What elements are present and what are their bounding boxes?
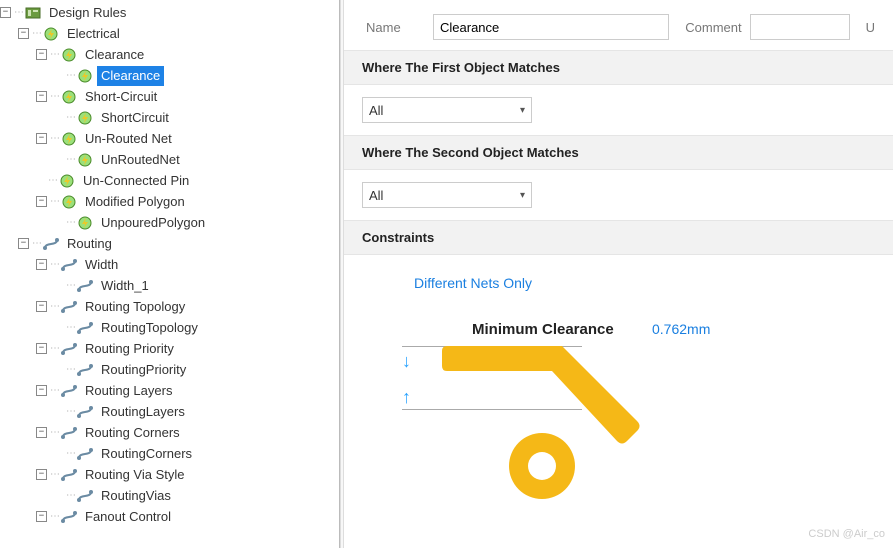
second-match-combo[interactable]: All ▾ (362, 182, 532, 208)
electrical-icon (59, 173, 75, 189)
collapse-icon[interactable]: − (0, 7, 11, 18)
comment-label: Comment (685, 20, 741, 35)
tree-corners-rule[interactable]: ⋯RoutingCorners (0, 443, 339, 464)
tree-layers-rule[interactable]: ⋯RoutingLayers (0, 401, 339, 422)
watermark: CSDN @Air_co (808, 528, 885, 540)
routing-icon (77, 404, 93, 420)
tree-root-label: Design Rules (45, 3, 130, 23)
routing-icon (61, 467, 77, 483)
tree-fanout-group[interactable]: −⋯Fanout Control (0, 506, 339, 527)
combo-value: All (369, 188, 383, 203)
tree-topology-rule[interactable]: ⋯RoutingTopology (0, 317, 339, 338)
section-first-match: Where The First Object Matches (344, 50, 893, 85)
tree-corners-group[interactable]: −⋯Routing Corners (0, 422, 339, 443)
tree-via-group[interactable]: −⋯Routing Via Style (0, 464, 339, 485)
uniqueid-label: U (866, 20, 875, 35)
comment-input[interactable] (750, 14, 850, 40)
tree-layers-group[interactable]: −⋯Routing Layers (0, 380, 339, 401)
tree-topology-group[interactable]: −⋯Routing Topology (0, 296, 339, 317)
tree-shortcircuit-group[interactable]: −⋯ Short-Circuit (0, 86, 339, 107)
routing-icon (77, 278, 93, 294)
tree-electrical[interactable]: − ⋯ Electrical (0, 23, 339, 44)
electrical-icon (77, 152, 93, 168)
tree-priority-group[interactable]: −⋯Routing Priority (0, 338, 339, 359)
routing-icon (77, 488, 93, 504)
tree-unrouted-group[interactable]: −⋯ Un-Routed Net (0, 128, 339, 149)
first-match-combo[interactable]: All ▾ (362, 97, 532, 123)
tree-clearance-rule[interactable]: ⋯ Clearance (0, 65, 339, 86)
tree-root[interactable]: − ⋯ Design Rules (0, 2, 339, 23)
tree-width-group[interactable]: −⋯Width (0, 254, 339, 275)
electrical-icon (61, 47, 77, 63)
electrical-icon (61, 131, 77, 147)
section-constraints: Constraints (344, 220, 893, 255)
arrow-up-icon: ↑ (402, 387, 411, 408)
electrical-icon (43, 26, 59, 42)
routing-icon (77, 446, 93, 462)
combo-value: All (369, 103, 383, 118)
name-input[interactable] (433, 14, 669, 40)
routing-icon (61, 299, 77, 315)
tree-modpoly-rule[interactable]: ⋯ UnpouredPolygon (0, 212, 339, 233)
board-icon (25, 5, 41, 21)
chevron-down-icon: ▾ (520, 190, 525, 201)
tree-unconnected[interactable]: ⋯ Un-Connected Pin (0, 170, 339, 191)
routing-icon (77, 362, 93, 378)
rules-tree-panel[interactable]: − ⋯ Design Rules − ⋯ Electrical −⋯ Clear… (0, 0, 340, 548)
tree-width-rule[interactable]: ⋯Width_1 (0, 275, 339, 296)
tree-modpoly-group[interactable]: −⋯ Modified Polygon (0, 191, 339, 212)
tree-routing[interactable]: −⋯ Routing (0, 233, 339, 254)
routing-icon (61, 341, 77, 357)
electrical-icon (77, 110, 93, 126)
routing-icon (61, 509, 77, 525)
collapse-icon[interactable]: − (18, 28, 29, 39)
electrical-icon (61, 89, 77, 105)
electrical-icon (77, 215, 93, 231)
tree-priority-rule[interactable]: ⋯RoutingPriority (0, 359, 339, 380)
tree-unrouted-rule[interactable]: ⋯ UnRoutedNet (0, 149, 339, 170)
clearance-illustration (412, 321, 712, 521)
routing-icon (61, 425, 77, 441)
rule-editor-panel: Name Comment U Where The First Object Ma… (344, 0, 893, 548)
chevron-down-icon: ▾ (520, 105, 525, 116)
different-nets-link[interactable]: Different Nets Only (362, 269, 875, 291)
routing-icon (61, 383, 77, 399)
section-second-match: Where The Second Object Matches (344, 135, 893, 170)
electrical-icon (61, 194, 77, 210)
name-label: Name (366, 20, 425, 35)
routing-icon (77, 320, 93, 336)
tree-clearance-group[interactable]: −⋯ Clearance (0, 44, 339, 65)
routing-icon (61, 257, 77, 273)
electrical-icon (77, 68, 93, 84)
routing-icon (43, 236, 59, 252)
arrow-down-icon: ↓ (402, 351, 411, 372)
tree-via-rule[interactable]: ⋯RoutingVias (0, 485, 339, 506)
tree-shortcircuit-rule[interactable]: ⋯ ShortCircuit (0, 107, 339, 128)
